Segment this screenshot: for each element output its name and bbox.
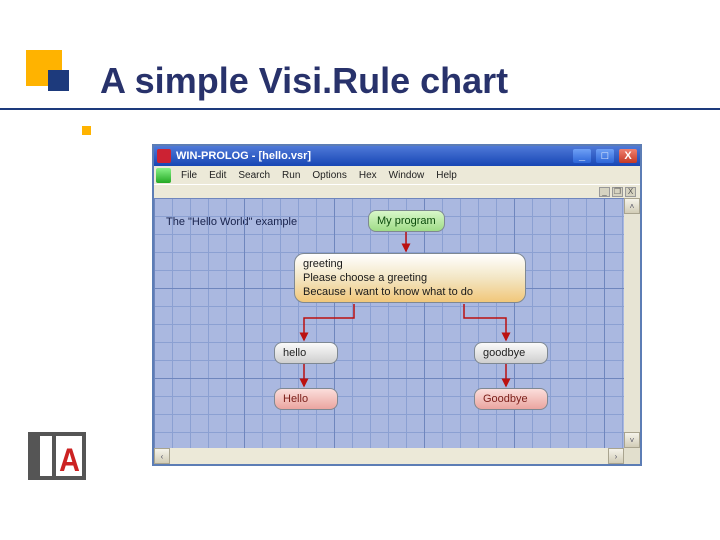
lpa-logo: A	[28, 430, 92, 484]
bullet-marker	[82, 126, 91, 135]
app-window: WIN-PROLOG - [hello.vsr] _ □ X File Edit…	[152, 144, 642, 466]
node-end-hello[interactable]: Hello	[274, 388, 338, 410]
maximize-button[interactable]: □	[596, 149, 614, 163]
title-underline	[0, 108, 720, 110]
step-prompt: Please choose a greeting	[303, 271, 517, 285]
step-reason: Because I want to know what to do	[303, 285, 517, 299]
menu-options[interactable]: Options	[307, 169, 351, 182]
slide: A simple Visi.Rule chart WIN-PROLOG - [h…	[0, 0, 720, 540]
branch-hello-label: hello	[283, 347, 306, 359]
menu-run[interactable]: Run	[277, 169, 305, 182]
mdi-child-controls: _ ❐ X	[154, 184, 640, 198]
menu-hex[interactable]: Hex	[354, 169, 382, 182]
minimize-button[interactable]: _	[573, 149, 591, 163]
menu-file[interactable]: File	[176, 169, 202, 182]
mdi-restore-button[interactable]: ❐	[612, 187, 623, 197]
window-title: WIN-PROLOG - [hello.vsr]	[176, 150, 568, 162]
step-name: greeting	[303, 257, 517, 271]
decor-square-navy	[48, 70, 69, 91]
menu-window[interactable]: Window	[384, 169, 430, 182]
branch-goodbye-label: goodbye	[483, 347, 525, 359]
mdi-close-button[interactable]: X	[625, 187, 636, 197]
slide-title: A simple Visi.Rule chart	[100, 60, 508, 102]
end-goodbye-label: Goodbye	[483, 393, 528, 405]
app-icon	[157, 149, 171, 163]
node-end-goodbye[interactable]: Goodbye	[474, 388, 548, 410]
menu-search[interactable]: Search	[233, 169, 275, 182]
node-start[interactable]: My program	[368, 210, 445, 232]
close-button[interactable]: X	[619, 149, 637, 163]
node-start-label: My program	[377, 215, 436, 227]
run-icon[interactable]	[156, 168, 171, 183]
menu-edit[interactable]: Edit	[204, 169, 231, 182]
title-bar[interactable]: WIN-PROLOG - [hello.vsr] _ □ X	[154, 146, 640, 166]
end-hello-label: Hello	[283, 393, 308, 405]
menu-bar: File Edit Search Run Options Hex Window …	[154, 166, 640, 184]
diagram-canvas[interactable]: The "Hello World" example My program gre…	[154, 198, 640, 452]
node-branch-hello[interactable]: hello	[274, 342, 338, 364]
mdi-minimize-button[interactable]: _	[599, 187, 610, 197]
menu-help[interactable]: Help	[431, 169, 462, 182]
node-step[interactable]: greeting Please choose a greeting Becaus…	[294, 253, 526, 303]
node-branch-goodbye[interactable]: goodbye	[474, 342, 548, 364]
flow-arrows	[154, 198, 640, 452]
